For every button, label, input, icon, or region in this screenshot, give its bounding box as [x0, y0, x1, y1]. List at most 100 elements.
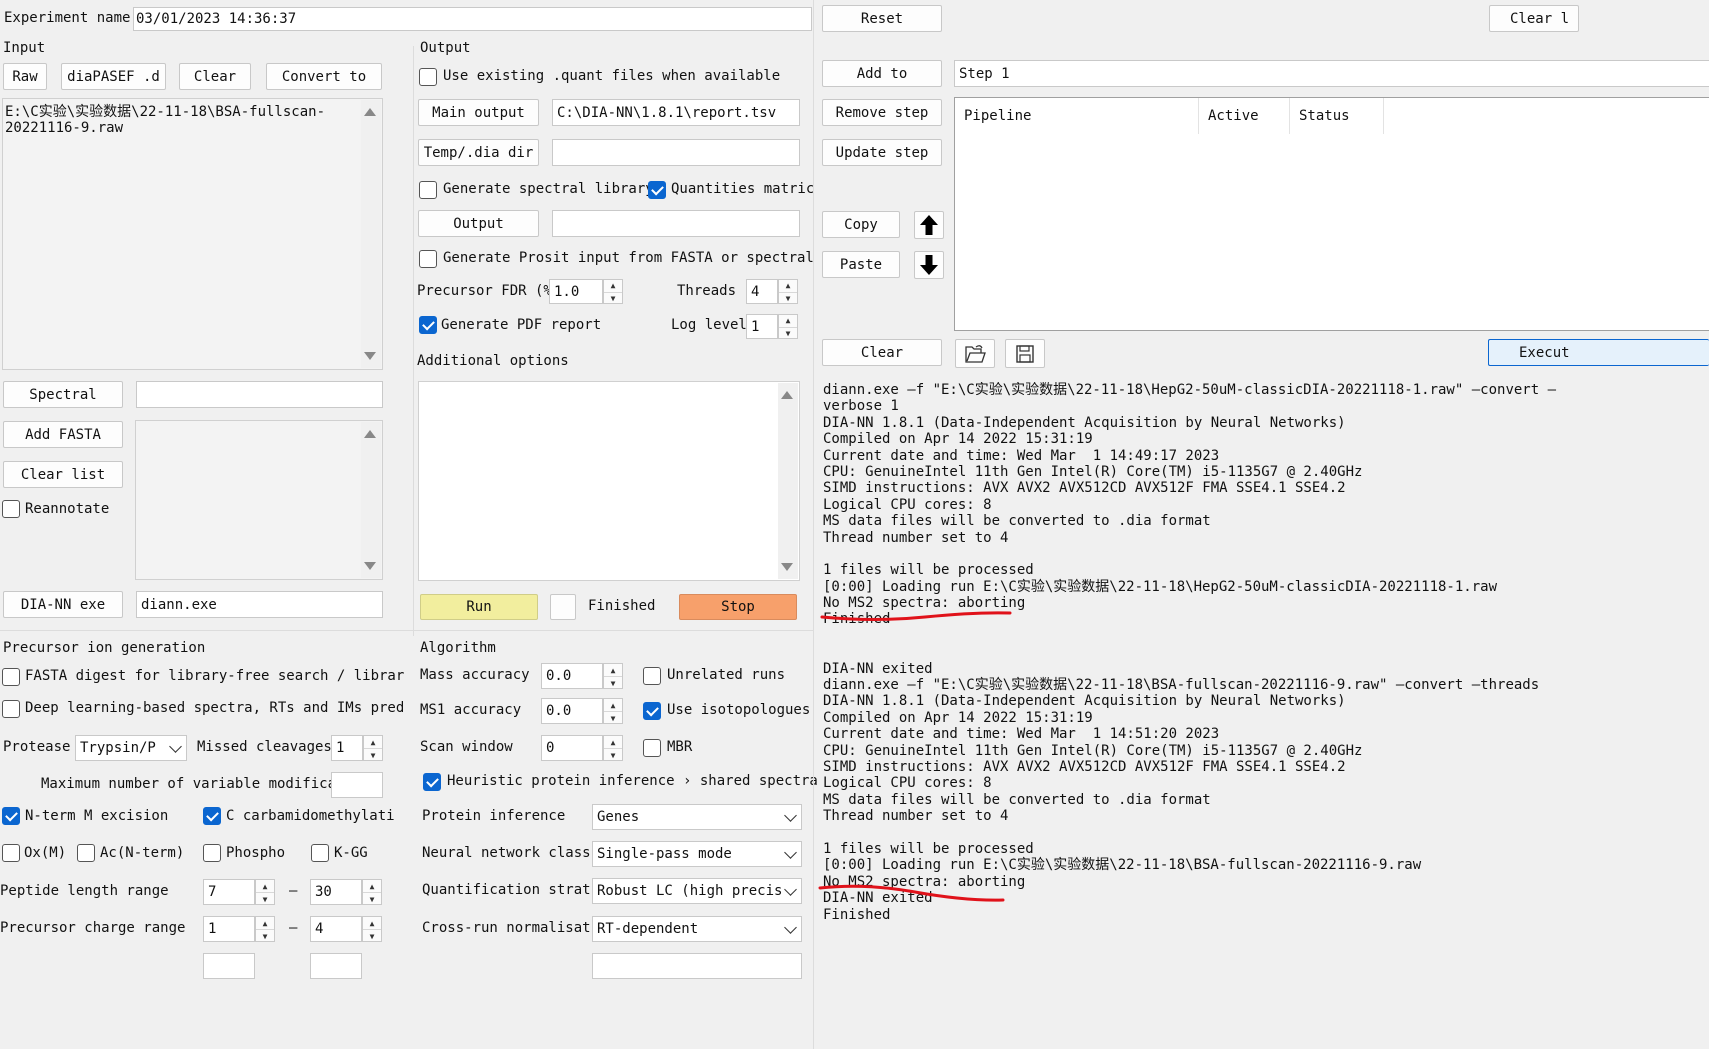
log-output[interactable]: diann.exe —f "E:\C实验\实验数据\22-11-18\HepG2… [823, 382, 1709, 1049]
mass-accuracy-input[interactable]: 0.0 [541, 663, 603, 689]
ox-m-checkbox[interactable] [2, 844, 20, 862]
nterm-m-excision-checkbox[interactable] [2, 807, 20, 825]
main-output-input[interactable]: C:\DIA-NN\1.8.1\report.tsv [552, 99, 800, 126]
raw-files-list[interactable]: E:\C实验\实验数据\22-11-18\BSA-fullscan- 20221… [2, 98, 383, 370]
reannotate-checkbox[interactable] [2, 500, 20, 518]
copy-step-button[interactable]: Copy [822, 211, 900, 238]
scroll-up-icon[interactable] [781, 391, 793, 399]
peptide-length-min-input[interactable]: 7 [203, 879, 255, 905]
experiment-name-input[interactable]: 03/01/2023 14:36:37 [133, 7, 812, 31]
precursor-charge-max-input[interactable]: 4 [310, 916, 362, 942]
column-header-status[interactable]: Status [1290, 98, 1384, 134]
scroll-down-icon[interactable] [781, 563, 793, 571]
precursor-charge-max-spinner[interactable]: ▲ ▼ [362, 916, 382, 942]
cross-run-normalisation-select[interactable]: RT-dependent [592, 916, 802, 942]
convert-to-button[interactable]: Convert to [266, 63, 382, 90]
protease-select[interactable]: Trypsin/P [75, 735, 187, 761]
scroll-up-icon[interactable] [364, 430, 376, 438]
ms1-accuracy-spinner[interactable]: ▲ ▼ [603, 698, 623, 724]
precursor-charge-min-input[interactable]: 1 [203, 916, 255, 942]
precursor-charge-min-spinner[interactable]: ▲ ▼ [255, 916, 275, 942]
log-level-input[interactable]: 1 [746, 314, 778, 339]
reset-button[interactable]: Reset [822, 5, 942, 32]
execute-pipeline-button[interactable]: Execut [1488, 339, 1709, 366]
paste-step-button[interactable]: Paste [822, 251, 900, 278]
missed-cleavages-input[interactable]: 1 [331, 735, 363, 761]
ac-nterm-checkbox[interactable] [77, 844, 95, 862]
ms1-accuracy-input[interactable]: 0.0 [541, 698, 603, 724]
peptide-length-label: Peptide length range [0, 883, 169, 899]
use-existing-quant-checkbox[interactable] [419, 68, 437, 86]
peptide-length-max-spinner[interactable]: ▲ ▼ [362, 879, 382, 905]
raw-files-scrollbar[interactable] [361, 100, 381, 368]
partial-select[interactable] [592, 953, 802, 979]
precursor-fdr-spinner[interactable]: ▲ ▼ [603, 279, 623, 304]
scan-window-input[interactable]: 0 [541, 735, 603, 761]
peptide-length-min-spinner[interactable]: ▲ ▼ [255, 879, 275, 905]
output-library-input[interactable] [552, 210, 800, 237]
diann-exe-input[interactable]: diann.exe [136, 591, 383, 618]
save-pipeline-button[interactable] [1005, 339, 1045, 368]
update-step-button[interactable]: Update step [822, 139, 942, 166]
output-library-button[interactable]: Output [418, 210, 539, 237]
generate-pdf-checkbox[interactable] [419, 316, 437, 334]
add-to-pipeline-button[interactable]: Add to [822, 60, 942, 87]
phospho-checkbox[interactable] [203, 844, 221, 862]
max-variable-mods-input[interactable] [331, 772, 383, 798]
mass-accuracy-spinner[interactable]: ▲ ▼ [603, 663, 623, 689]
neural-network-select[interactable]: Single-pass mode [592, 841, 802, 867]
fasta-list[interactable] [135, 420, 383, 580]
additional-options-scrollbar[interactable] [778, 383, 798, 579]
pipeline-table[interactable]: Pipeline Active Status [954, 97, 1709, 331]
peptide-length-max-input[interactable]: 30 [310, 879, 362, 905]
temp-dir-input[interactable] [552, 139, 800, 166]
quantification-strategy-select[interactable]: Robust LC (high precis [592, 878, 802, 904]
clear-list-button[interactable]: Clear list [3, 461, 123, 488]
raw-button[interactable]: Raw [3, 63, 47, 90]
diann-exe-button[interactable]: DIA-NN exe [3, 591, 123, 618]
spectral-library-input[interactable] [136, 381, 383, 408]
threads-spinner[interactable]: ▲ ▼ [778, 279, 798, 304]
c-carbamidomethylation-checkbox[interactable] [203, 807, 221, 825]
mbr-checkbox[interactable] [643, 739, 661, 757]
partial-input[interactable] [310, 953, 362, 979]
clear-log-button[interactable]: Clear l [1489, 5, 1579, 32]
column-header-active[interactable]: Active [1199, 98, 1290, 134]
protein-inference-select[interactable]: Genes [592, 804, 802, 830]
partial-input[interactable] [203, 953, 255, 979]
main-output-button[interactable]: Main output [418, 99, 539, 126]
step-name-input[interactable]: Step 1 [954, 60, 1709, 87]
add-fasta-button[interactable]: Add FASTA [3, 421, 123, 448]
scroll-up-icon[interactable] [364, 108, 376, 116]
move-up-button[interactable] [914, 211, 944, 239]
use-isotopologues-checkbox[interactable] [643, 702, 661, 720]
scroll-down-icon[interactable] [364, 352, 376, 360]
spectral-library-button[interactable]: Spectral [3, 381, 123, 408]
quantities-matrices-checkbox[interactable] [648, 181, 666, 199]
run-button[interactable]: Run [420, 594, 538, 620]
clear-pipeline-button[interactable]: Clear [822, 339, 942, 366]
stop-button[interactable]: Stop [679, 594, 797, 620]
additional-options-input[interactable] [418, 381, 800, 581]
prosit-input-checkbox[interactable] [419, 250, 437, 268]
fasta-scrollbar[interactable] [361, 422, 381, 578]
column-header-pipeline[interactable]: Pipeline [955, 98, 1199, 134]
scroll-down-icon[interactable] [364, 562, 376, 570]
precursor-fdr-input[interactable]: 1.0 [549, 279, 603, 304]
k-gg-checkbox[interactable] [311, 844, 329, 862]
temp-dir-button[interactable]: Temp/.dia dir [418, 139, 539, 166]
remove-step-button[interactable]: Remove step [822, 99, 942, 126]
deep-learning-checkbox[interactable] [2, 700, 20, 718]
unrelated-runs-checkbox[interactable] [643, 667, 661, 685]
log-level-spinner[interactable]: ▲ ▼ [778, 314, 798, 339]
diapasef-button[interactable]: diaPASEF .d [61, 63, 166, 90]
open-pipeline-button[interactable] [955, 339, 995, 368]
fasta-digest-checkbox[interactable] [2, 668, 20, 686]
generate-spectral-library-checkbox[interactable] [419, 181, 437, 199]
clear-files-button[interactable]: Clear [179, 63, 251, 90]
heuristic-protein-inference-checkbox[interactable] [423, 773, 441, 791]
scan-window-spinner[interactable]: ▲ ▼ [603, 735, 623, 761]
missed-cleavages-spinner[interactable]: ▲ ▼ [363, 735, 383, 761]
threads-input[interactable]: 4 [746, 279, 778, 304]
move-down-button[interactable] [914, 251, 944, 279]
